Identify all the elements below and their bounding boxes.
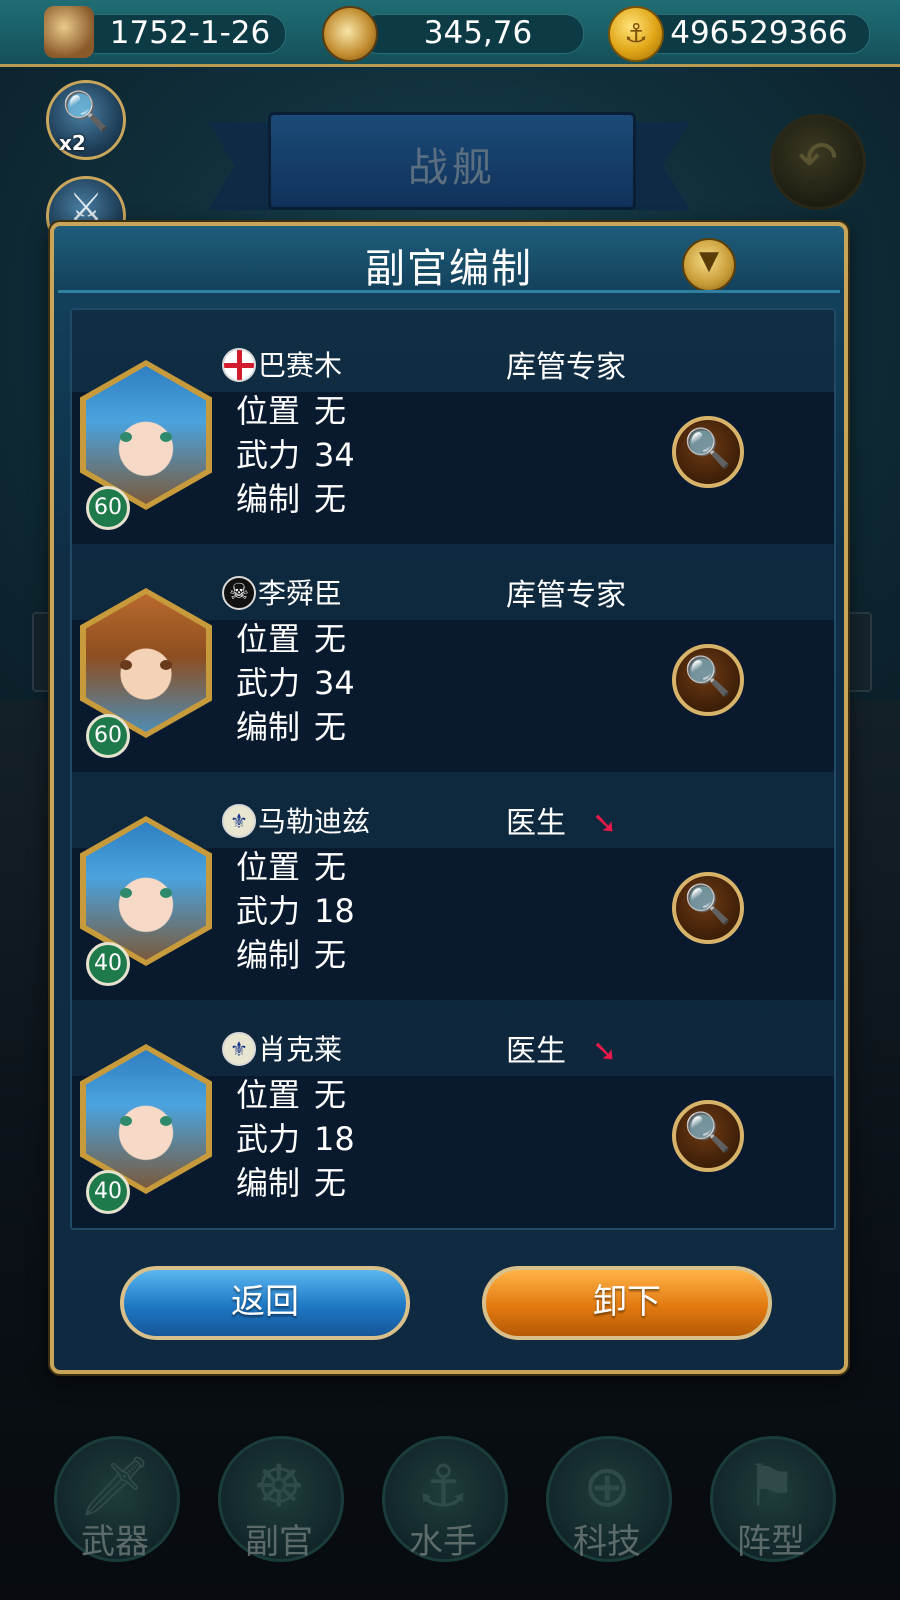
date-text: 1752-1-26 [109, 15, 271, 51]
inspect-button[interactable]: 🔍 [672, 872, 744, 944]
compass-icon [322, 6, 378, 62]
magnifier-icon: 🔍 [684, 882, 732, 926]
officer-name: 巴赛木 [258, 349, 343, 382]
stat-position: 位置无 [236, 392, 347, 430]
nav-sailor[interactable]: ⚓ 水手 [380, 1436, 508, 1576]
stat-position: 位置无 [236, 620, 347, 658]
magnifier-icon: 🔍 [684, 1110, 732, 1154]
stat-formation: 编制无 [236, 936, 347, 974]
magnifier-buff-button[interactable]: 🔍 x2 [46, 80, 126, 160]
france-flag-icon: ⚜ [222, 1032, 256, 1066]
officer-list[interactable]: 巴赛木 库管专家 位置无 武力 34 编制无 60 🔍 ☠ 李舜臣 库管专家 位置… [70, 308, 836, 1230]
header-divider [58, 290, 840, 293]
level-badge: 40 [86, 942, 130, 986]
stat-force: 武力 18 [236, 892, 355, 930]
level-badge: 40 [86, 1170, 130, 1214]
magnifier-icon: 🔍 [684, 654, 732, 698]
level-badge: 60 [86, 714, 130, 758]
helm-wheel-icon: ☸ [253, 1452, 305, 1520]
nav-tech[interactable]: ⊕ 科技 [544, 1436, 672, 1576]
officer-card[interactable]: ☠ 李舜臣 库管专家 位置无 武力 34 编制无 60 🔍 [72, 564, 834, 792]
filter-icon: ▼ [699, 246, 719, 276]
pirate-flag-icon: ☠ [222, 576, 256, 610]
gold-coin-icon: ⚓ [608, 6, 664, 62]
title-banner: 战舰 [268, 112, 636, 210]
skill-down-arrow-icon: ➘ [592, 1034, 618, 1069]
officer-name: 马勒迪兹 [258, 805, 371, 838]
officer-skill: 库管专家 [506, 578, 626, 613]
nav-officer[interactable]: ☸ 副官 [216, 1436, 344, 1576]
officer-assignment-dialog: 副官编制 ▼ 巴赛木 库管专家 位置无 武力34 编制无 60 🔍 ☠ 李舜臣 [50, 222, 848, 1374]
officer-card[interactable]: ⚜ 马勒迪兹 医生 ➘ 位置无 武力 18 编制无 40 🔍 [72, 792, 834, 1020]
buff-multiplier: x2 [59, 131, 86, 155]
stat-formation: 编制无 [236, 1164, 347, 1202]
nav-formation[interactable]: ⚑ 阵型 [708, 1436, 836, 1576]
skill-down-arrow-icon: ➘ [592, 806, 618, 841]
inspect-button[interactable]: 🔍 [672, 416, 744, 488]
nav-label: 科技 [573, 1522, 641, 1562]
flag-icon: ⚑ [745, 1452, 797, 1520]
stat-formation: 编制无 [236, 480, 347, 518]
officer-card[interactable]: ⚜ 肖克莱 医生 ➘ 位置无 武力 18 编制无 40 🔍 [72, 1020, 834, 1248]
level-badge: 60 [86, 486, 130, 530]
officer-skill: 库管专家 [506, 350, 626, 385]
gold-amount: 496529366 [670, 15, 848, 51]
nav-label: 武器 [81, 1522, 149, 1562]
magnifier-icon: 🔍 [62, 89, 110, 133]
hook-icon: ⚓ [417, 1452, 469, 1520]
nav-label: 阵型 [737, 1522, 805, 1562]
return-arrow-icon: ↶ [797, 131, 839, 187]
stat-formation: 编制无 [236, 708, 347, 746]
stat-force: 武力 18 [236, 1120, 355, 1158]
officer-name: 李舜臣 [258, 577, 343, 610]
hourglass-icon [44, 6, 94, 58]
nav-label: 副官 [245, 1522, 313, 1562]
england-flag-icon [222, 348, 256, 382]
stat-position: 位置无 [236, 1076, 347, 1114]
stat-force: 武力 34 [236, 436, 355, 474]
france-flag-icon: ⚜ [222, 804, 256, 838]
weapon-icon: 🗡 [78, 1452, 152, 1520]
officer-skill: 医生 [506, 1034, 566, 1069]
officer-name: 肖克莱 [258, 1033, 343, 1066]
officer-card[interactable]: 巴赛木 库管专家 位置无 武力 34 编制无 60 🔍 [72, 336, 834, 564]
officer-skill: 医生 [506, 806, 566, 841]
filter-button[interactable]: ▼ [682, 238, 736, 292]
nav-weapon[interactable]: 🗡 武器 [52, 1436, 180, 1576]
return-button[interactable]: 返回 [120, 1266, 410, 1340]
coordinates-text: 345,76 [423, 15, 533, 51]
resource-bar: 1752-1-26 345,76 ⚓ 496529366 [0, 0, 900, 67]
stat-force: 武力 34 [236, 664, 355, 702]
stat-position: 位置无 [236, 848, 347, 886]
nav-label: 水手 [409, 1522, 477, 1562]
inspect-button[interactable]: 🔍 [672, 1100, 744, 1172]
magnifier-icon: 🔍 [684, 426, 732, 470]
unload-button[interactable]: 卸下 [482, 1266, 772, 1340]
compass-icon: ⊕ [582, 1452, 632, 1520]
inspect-button[interactable]: 🔍 [672, 644, 744, 716]
back-arrow-button[interactable]: ↶ [770, 114, 866, 210]
page-title: 战舰 [408, 145, 496, 191]
